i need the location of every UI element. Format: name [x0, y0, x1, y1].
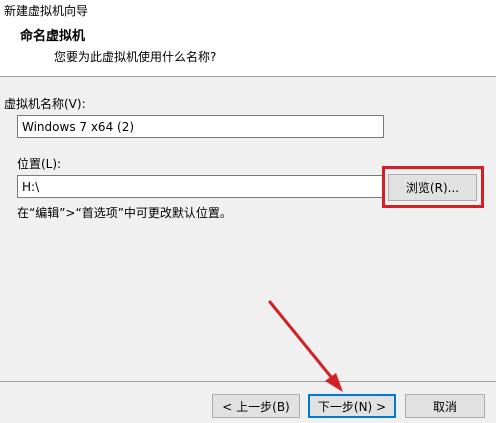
browse-button[interactable]: 浏览(R)...	[388, 174, 477, 201]
footer-separator	[0, 381, 496, 382]
wizard-header: 命名虚拟机 您要为此虚拟机使用什么名称?	[0, 22, 496, 77]
location-hint: 在“编辑”>“首选项”中可更改默认位置。	[17, 206, 232, 220]
location-input[interactable]	[17, 175, 383, 198]
page-title: 命名虚拟机	[20, 29, 86, 44]
location-label: 位置(L):	[17, 157, 62, 171]
next-button[interactable]: 下一步(N) >	[308, 394, 396, 418]
vm-name-input[interactable]	[17, 115, 384, 138]
vm-name-label: 虚拟机名称(V):	[4, 97, 86, 111]
cancel-button[interactable]: 取消	[405, 394, 485, 418]
window-titlebar: 新建虚拟机向导	[0, 0, 496, 22]
page-subtitle: 您要为此虚拟机使用什么名称?	[54, 50, 217, 64]
window-title: 新建虚拟机向导	[4, 4, 89, 18]
back-button[interactable]: < 上一步(B)	[212, 394, 300, 418]
